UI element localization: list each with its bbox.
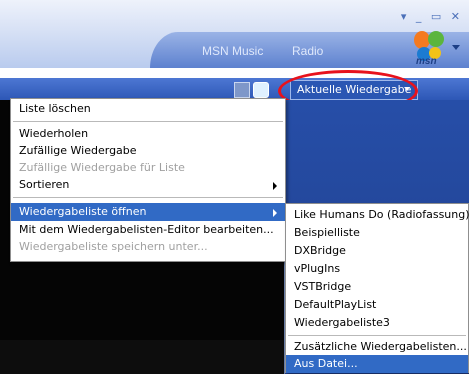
submenu-item-playlist[interactable]: DefaultPlayList: [286, 296, 468, 314]
menu-item-sort[interactable]: Sortieren: [11, 176, 285, 194]
submenu-item-more-playlists[interactable]: Zusätzliche Wiedergabelisten...: [286, 338, 468, 356]
refresh-icon[interactable]: [253, 82, 269, 98]
svg-text:msn: msn: [416, 56, 437, 66]
playlist-context-menu: Liste löschen Wiederholen Zufällige Wied…: [10, 98, 286, 262]
menu-item-repeat[interactable]: Wiederholen: [11, 125, 285, 143]
menu-item-edit-playlist[interactable]: Mit dem Wiedergabelisten-Editor bearbeit…: [11, 221, 285, 239]
submenu-item-playlist[interactable]: DXBridge: [286, 242, 468, 260]
menu-item-shuffle-list: Zufällige Wiedergabe für Liste: [19, 161, 185, 174]
open-playlist-submenu: Like Humans Do (Radiofassung) Beispielli…: [285, 203, 469, 373]
status-strip: [0, 340, 285, 374]
submenu-item-from-file[interactable]: Aus Datei...: [286, 355, 468, 373]
menu-separator: [13, 121, 283, 122]
menu-item-clear-list[interactable]: Liste löschen: [11, 100, 285, 118]
submenu-item-playlist[interactable]: vPlugIns: [286, 260, 468, 278]
tab-radio[interactable]: Radio: [292, 44, 323, 58]
submenu-item-playlist[interactable]: Like Humans Do (Radiofassung): [286, 206, 469, 224]
menu-item-shuffle[interactable]: Zufällige Wiedergabe: [11, 142, 285, 160]
menu-separator: [13, 197, 283, 198]
menu-item-open-playlist-label: Wiedergabeliste öffnen: [19, 205, 147, 218]
window-controls[interactable]: ▾ _ ▭ ✕: [401, 10, 463, 23]
msn-butterfly-logo[interactable]: msn: [412, 30, 446, 67]
submenu-item-playlist[interactable]: Beispielliste: [286, 224, 468, 242]
menu-item-open-playlist[interactable]: Wiedergabeliste öffnen: [11, 203, 285, 221]
msn-menu-arrow-icon[interactable]: [452, 45, 460, 50]
submenu-arrow-icon: [273, 209, 277, 217]
menu-item-save-playlist-as: Wiedergabeliste speichern unter...: [19, 240, 208, 253]
submenu-item-playlist[interactable]: VSTBridge: [286, 278, 468, 296]
menu-separator: [288, 335, 466, 336]
playlist-options-icon[interactable]: [234, 82, 250, 98]
tab-msn-music[interactable]: MSN Music: [202, 44, 263, 58]
submenu-arrow-icon: [273, 182, 277, 190]
submenu-item-playlist[interactable]: Wiedergabeliste3: [286, 314, 468, 332]
menu-item-sort-label: Sortieren: [19, 178, 70, 191]
